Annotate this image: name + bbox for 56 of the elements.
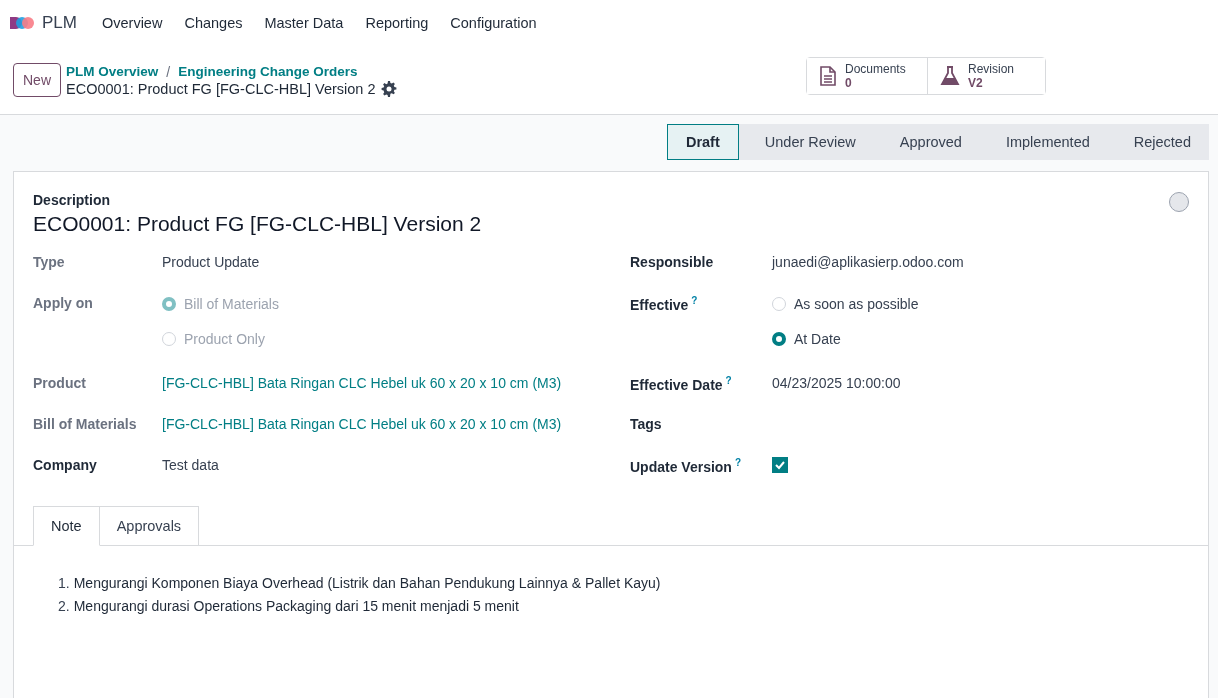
flask-icon bbox=[940, 66, 960, 86]
app-logo-icon bbox=[10, 14, 34, 32]
field-label: Apply on bbox=[33, 295, 93, 311]
menu-item[interactable]: Configuration bbox=[439, 15, 548, 31]
radio-label: Bill of Materials bbox=[184, 295, 279, 312]
record-link[interactable]: [FG-CLC-HBL] Bata Ringan CLC Hebel uk 60 x 20 x 10 cm (M3) bbox=[162, 375, 630, 391]
note-text: Mengurangi Komponen Biaya Overhead (Listrik dan Bahan Pendukung Lainnya & Pallet Kayu) bbox=[73, 574, 661, 593]
new-button[interactable]: New bbox=[13, 63, 61, 97]
field-label: Description bbox=[33, 192, 111, 208]
menu-item[interactable]: Master Data bbox=[253, 15, 355, 31]
smart-button-label: Documents bbox=[845, 62, 906, 76]
menu-item[interactable]: Reporting bbox=[354, 15, 440, 31]
radio-label: Product Only bbox=[184, 330, 265, 347]
tab[interactable]: Approvals bbox=[99, 506, 200, 546]
field-value: Test data bbox=[162, 457, 220, 473]
record-title: ECO0001: Product FG [FG-CLC-HBL] Version 2 bbox=[66, 80, 376, 97]
field-label: Responsible bbox=[630, 254, 714, 270]
field-value: 04/23/2025 10:00:00 bbox=[772, 375, 902, 391]
document-icon bbox=[819, 66, 837, 86]
checkbox[interactable] bbox=[772, 457, 788, 473]
radio-button[interactable] bbox=[162, 296, 176, 311]
field-label: Effective Date bbox=[630, 376, 723, 393]
record-link[interactable]: [FG-CLC-HBL] Bata Ringan CLC Hebel uk 60 x 20 x 10 cm (M3) bbox=[162, 416, 630, 432]
record-title: ECO0001: Product FG [FG-CLC-HBL] Version 2 bbox=[33, 212, 482, 236]
list-number: 1. bbox=[58, 574, 70, 593]
field-label: Bill of Materials bbox=[33, 416, 137, 432]
help-mark[interactable]: ? bbox=[725, 375, 732, 386]
tab[interactable]: Note bbox=[33, 506, 100, 546]
smart-button-value: 0 bbox=[845, 76, 853, 90]
app-name[interactable]: PLM bbox=[42, 13, 77, 33]
field-value: Product Update bbox=[162, 254, 261, 270]
help-mark[interactable]: ? bbox=[734, 457, 742, 468]
status-stage[interactable]: Draft bbox=[666, 124, 739, 160]
breadcrumb-link[interactable]: Engineering Change Orders bbox=[178, 64, 358, 79]
smart-button-value: V2 bbox=[968, 76, 984, 90]
field-label: Type bbox=[33, 254, 65, 270]
note-text: Mengurangi durasi Operations Packaging dari 15 menit menjadi 5 menit bbox=[73, 597, 519, 616]
menu-item[interactable]: Overview bbox=[90, 15, 174, 31]
field-label: Tags bbox=[630, 416, 662, 432]
breadcrumb-link[interactable]: PLM Overview bbox=[66, 64, 159, 79]
field-label: Update Version bbox=[630, 458, 732, 475]
radio-label: As soon as possible bbox=[794, 295, 919, 312]
field-label: Effective bbox=[630, 296, 689, 313]
list-number: 2. bbox=[58, 597, 70, 616]
settings-icon[interactable] bbox=[381, 80, 398, 97]
breadcrumb-separator: / bbox=[166, 63, 171, 80]
status-circle[interactable] bbox=[1169, 192, 1189, 212]
field-value: junaedi@aplikasierp.odoo.com bbox=[772, 254, 965, 270]
help-mark[interactable]: ? bbox=[691, 295, 698, 306]
smart-button-label: Revision bbox=[968, 62, 1015, 76]
radio-button[interactable] bbox=[772, 331, 786, 346]
radio-label: At Date bbox=[794, 330, 841, 347]
field-label: Company bbox=[33, 457, 97, 473]
field-label: Product bbox=[33, 375, 86, 391]
smart-button[interactable]: Documents 0 bbox=[807, 58, 928, 94]
menu-item[interactable]: Changes bbox=[173, 15, 254, 31]
